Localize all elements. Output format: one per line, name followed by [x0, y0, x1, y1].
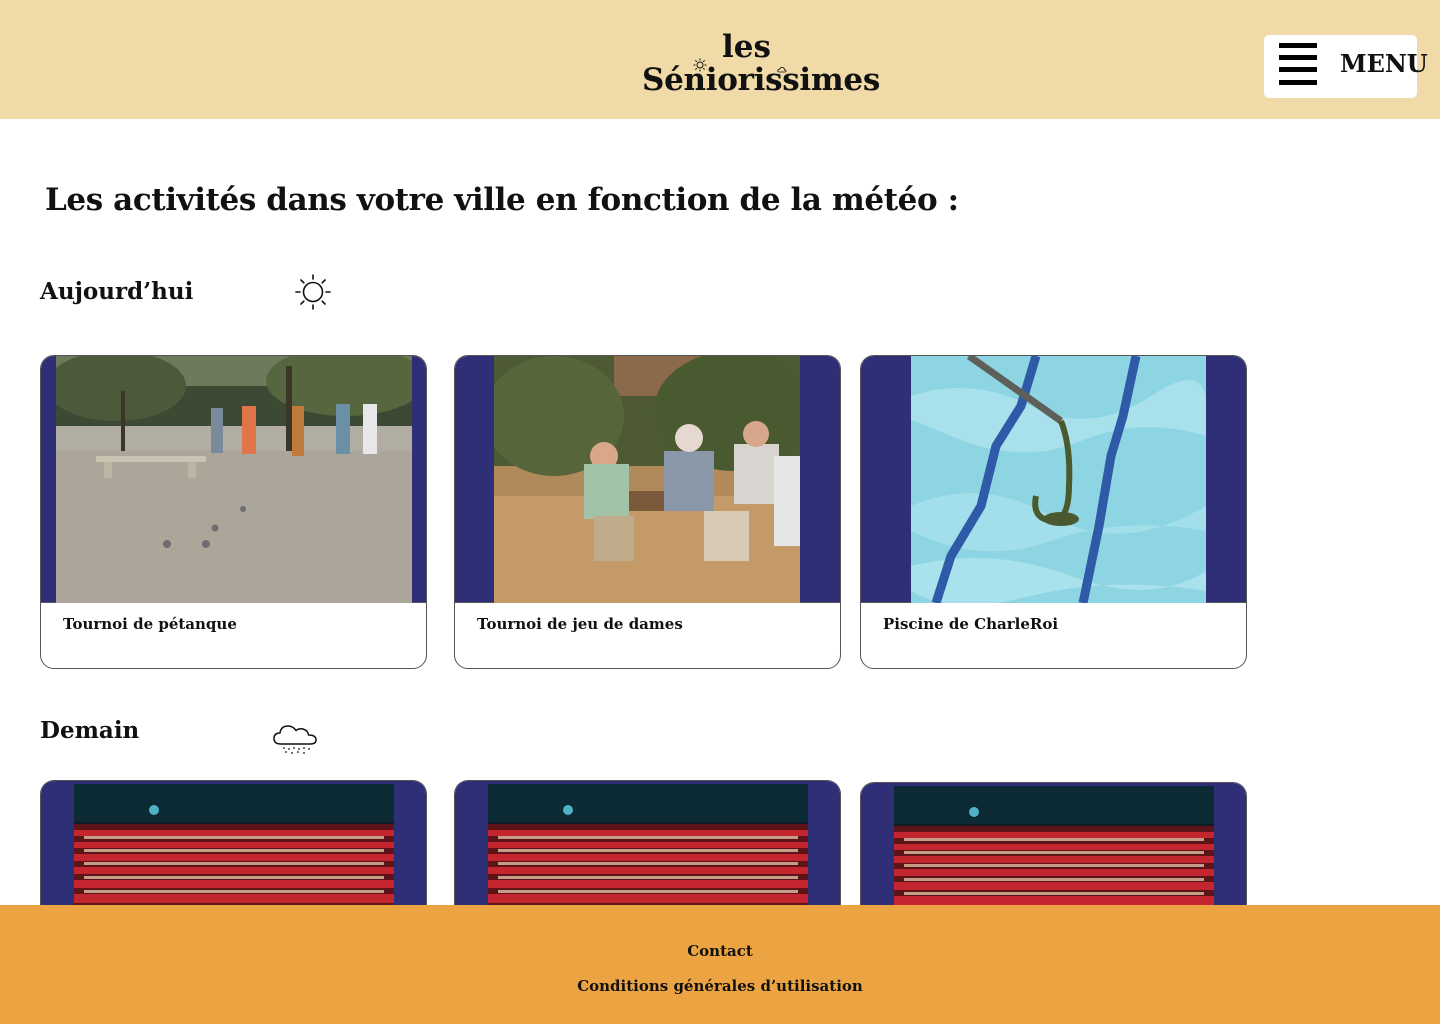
logo-sun-icon	[693, 58, 707, 72]
activity-card-cinema[interactable]	[860, 782, 1247, 922]
petanque-photo	[56, 356, 412, 603]
activity-card-cinema[interactable]	[40, 780, 427, 920]
footer-link-contact[interactable]: Contact	[0, 941, 1440, 961]
card-image-frame	[861, 356, 1246, 603]
activity-card-pool[interactable]: Piscine de CharleRoi	[860, 355, 1247, 669]
card-image-frame	[41, 356, 426, 603]
logo-cloud-icon	[777, 67, 787, 73]
site-header: les Séniorissimes MENU	[0, 0, 1440, 119]
menu-button[interactable]: MENU	[1264, 35, 1428, 98]
cinema-photo	[74, 784, 394, 920]
activity-card-petanque[interactable]: Tournoi de pétanque	[40, 355, 427, 669]
hamburger-icon	[1279, 43, 1317, 85]
card-title: Piscine de CharleRoi	[883, 615, 1059, 633]
site-footer: Contact Conditions générales d’utilisati…	[0, 905, 1440, 1024]
activity-card-checkers[interactable]: Tournoi de jeu de dames	[454, 355, 841, 669]
menu-label: MENU	[1340, 49, 1428, 78]
rain-cloud-icon	[273, 725, 317, 754]
card-image-frame	[41, 781, 426, 920]
activity-card-cinema[interactable]	[454, 780, 841, 920]
card-image-frame	[861, 783, 1246, 922]
checkers-photo	[494, 356, 800, 603]
card-image-frame	[455, 781, 840, 920]
card-image-frame	[455, 356, 840, 603]
site-logo[interactable]: les Séniorissimes	[640, 28, 880, 100]
logo-text-bottom: Séniorissimes	[642, 62, 880, 98]
sun-icon	[295, 274, 331, 310]
card-title: Tournoi de jeu de dames	[477, 615, 683, 633]
footer-link-terms[interactable]: Conditions générales d’utilisation	[0, 976, 1440, 996]
cinema-photo	[488, 784, 808, 920]
section-label-tomorrow: Demain	[40, 717, 140, 744]
page-title: Les activités dans votre ville en foncti…	[45, 182, 959, 218]
pool-photo	[911, 356, 1206, 603]
card-title: Tournoi de pétanque	[63, 615, 237, 633]
cinema-photo	[894, 786, 1214, 922]
section-label-today: Aujourd’hui	[40, 278, 194, 305]
logo-text-top: les	[722, 29, 771, 65]
